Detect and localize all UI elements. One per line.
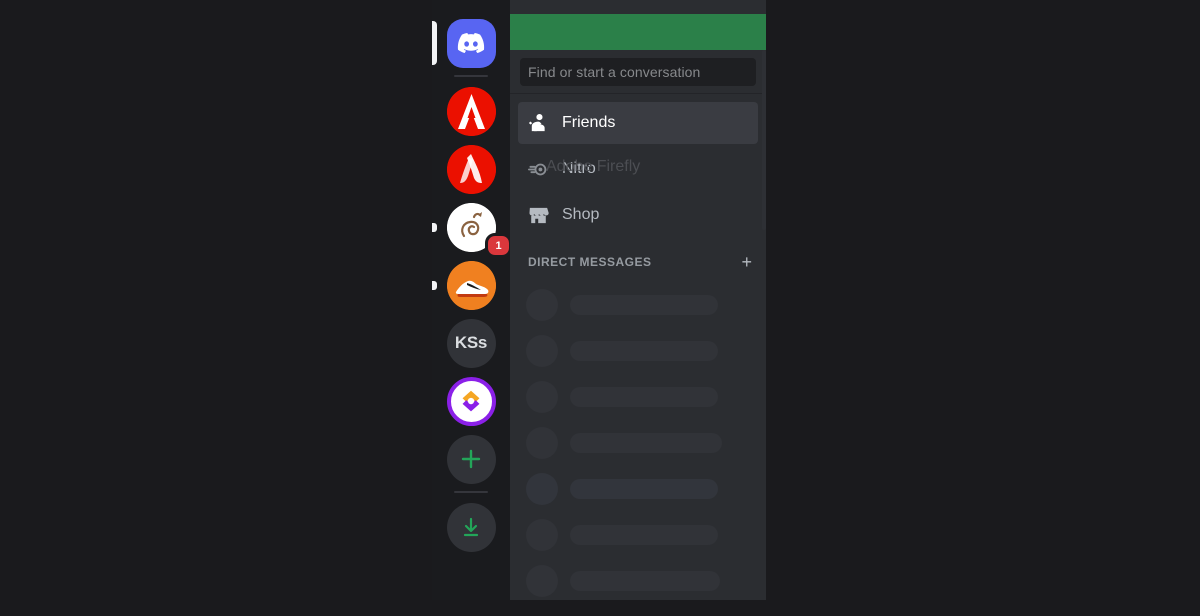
skeleton-avatar <box>526 518 558 551</box>
server-rail-item-kss[interactable]: KSs <box>432 314 510 372</box>
skeleton-bar <box>570 386 718 407</box>
green-banner <box>510 14 766 50</box>
friends-icon <box>526 111 550 135</box>
search-input[interactable]: Find or start a conversation <box>520 57 756 86</box>
dm-scrollbar-thumb[interactable] <box>762 50 766 230</box>
server-rail-item-purple-logo[interactable] <box>432 372 510 430</box>
skeleton-bar <box>570 478 718 499</box>
adobe-a-icon <box>446 86 496 136</box>
unread-indicator-dot <box>432 222 437 232</box>
dm-nav-list: Friends Adobe Firefly Nitro Shop <box>510 94 766 240</box>
nav-item-shop[interactable]: Shop <box>518 194 758 236</box>
dm-skeleton-row <box>518 282 758 328</box>
unread-badge: 1 <box>485 233 512 258</box>
skeleton-bar <box>570 524 718 545</box>
dm-skeleton-row <box>518 374 758 420</box>
server-rail: 1 KSs <box>432 0 512 600</box>
server-rail-item-coffee[interactable]: 1 <box>432 198 512 258</box>
nitro-icon <box>526 157 550 181</box>
nav-item-nitro[interactable]: Adobe Firefly Nitro <box>518 148 758 190</box>
rail-divider <box>454 75 488 77</box>
download-apps-button[interactable] <box>432 498 510 556</box>
add-server-button[interactable] <box>432 430 510 488</box>
skeleton-avatar <box>526 288 558 321</box>
nav-item-friends[interactable]: Friends <box>518 102 758 144</box>
dm-skeleton-row <box>518 420 758 466</box>
nav-item-label: Shop <box>562 206 600 223</box>
dm-skeleton-row <box>518 328 758 374</box>
skeleton-avatar <box>526 426 558 459</box>
skeleton-bar <box>570 432 722 453</box>
dm-skeleton-row <box>518 558 758 600</box>
screen-root: 1 KSs Find or start a conversation Frien… <box>0 0 1200 616</box>
search-bar-container: Find or start a conversation <box>510 50 766 94</box>
server-rail-item-adobe-a[interactable] <box>432 82 510 140</box>
skeleton-bar <box>570 340 718 361</box>
sneaker-icon <box>446 260 496 310</box>
skeleton-bar <box>570 570 720 591</box>
adobe-b-icon <box>446 144 496 194</box>
rail-divider-bottom <box>454 491 488 493</box>
direct-messages-header: DIRECT MESSAGES + <box>510 246 766 278</box>
dm-skeleton-row <box>518 512 758 558</box>
skeleton-avatar <box>526 334 558 367</box>
discord-window: 1 KSs Find or start a conversation Frien… <box>432 0 766 600</box>
nav-item-label: Nitro <box>562 160 596 177</box>
server-rail-item-adobe-b[interactable] <box>432 140 510 198</box>
dm-sidebar: Find or start a conversation Friends Ado… <box>510 0 766 600</box>
skeleton-avatar <box>526 564 558 597</box>
skeleton-bar <box>570 294 718 315</box>
purple-logo-icon <box>446 376 496 426</box>
create-dm-button[interactable]: + <box>735 253 758 271</box>
direct-messages-label: DIRECT MESSAGES <box>528 254 652 269</box>
skeleton-avatar <box>526 472 558 505</box>
discord-logo-icon <box>446 18 496 68</box>
kss-avatar: KSs <box>446 318 496 368</box>
skeleton-avatar <box>526 380 558 413</box>
plus-icon <box>446 434 496 484</box>
search-placeholder: Find or start a conversation <box>528 63 701 80</box>
selected-indicator-pill <box>432 21 437 65</box>
dm-skeleton-list <box>510 278 766 600</box>
dm-skeleton-row <box>518 466 758 512</box>
kss-initials: KSs <box>454 333 488 352</box>
download-icon <box>446 502 496 552</box>
server-rail-item-discord-home[interactable] <box>432 14 510 72</box>
server-rail-item-sneaker[interactable] <box>432 256 510 314</box>
nav-item-label: Friends <box>562 114 616 131</box>
unread-indicator-dot <box>432 280 437 290</box>
shop-icon <box>526 203 550 227</box>
